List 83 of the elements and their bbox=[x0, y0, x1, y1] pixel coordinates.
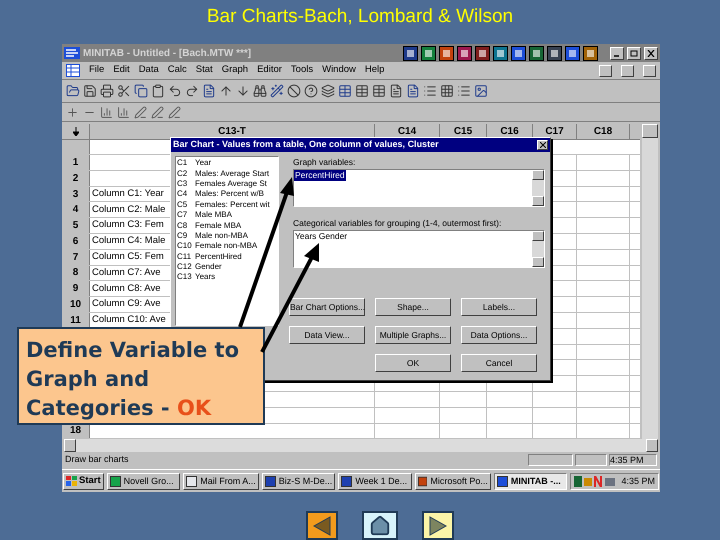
table-cell: Column C2: Male bbox=[92, 202, 166, 217]
variable-code: C10 bbox=[176, 242, 193, 250]
slide-title: Bar Charts-Bach, Lombard & Wilson bbox=[206, 5, 514, 29]
menu-item[interactable]: Help bbox=[364, 63, 384, 78]
callout-text: Define Variable to Graph and Categories - OK bbox=[26, 337, 240, 422]
field-label: Graph variables: bbox=[293, 156, 356, 169]
variable-name: Males: Percent w/B bbox=[195, 190, 264, 198]
variable-name: PercentHired bbox=[195, 252, 242, 261]
dialog-button[interactable]: Multiple Graphs... bbox=[375, 326, 451, 344]
table-cell: Column C10: Ave bbox=[92, 313, 166, 328]
row-number: 2 bbox=[62, 170, 90, 186]
variable-code: C9 bbox=[176, 232, 188, 240]
variable-name: Years bbox=[195, 273, 216, 282]
row-number: 9 bbox=[62, 281, 90, 296]
start-button[interactable]: Start bbox=[63, 472, 104, 490]
dialog-button[interactable]: Shape... bbox=[375, 298, 451, 316]
variable-code: C11 bbox=[176, 252, 192, 261]
menu-item[interactable]: Tools bbox=[290, 63, 314, 78]
status-message: Draw bar charts bbox=[65, 453, 130, 466]
table-cell-text: Column C1: Year bbox=[92, 186, 164, 201]
dialog-button[interactable]: Data View... bbox=[289, 326, 365, 344]
status-time: 4:35 PM bbox=[609, 454, 657, 466]
variable-code: C2 bbox=[176, 170, 188, 178]
menu-item[interactable]: File bbox=[89, 63, 104, 78]
dialog-button[interactable]: Data Options... bbox=[461, 326, 537, 344]
row-number: 6 bbox=[62, 234, 90, 249]
variable-name: Male non-MBA bbox=[195, 232, 248, 240]
menu-item[interactable]: Calc bbox=[168, 63, 187, 78]
selected-text: PercentHired bbox=[294, 170, 346, 181]
dialog-button[interactable]: OK bbox=[375, 354, 451, 372]
categorical-variables-field[interactable]: Years Gender bbox=[293, 230, 545, 268]
variable-code: C1 bbox=[176, 159, 188, 168]
variable-name: Year bbox=[195, 159, 212, 168]
taskbar-button[interactable]: MINITAB -... bbox=[494, 472, 568, 490]
variable-name: Female MBA bbox=[195, 222, 242, 230]
table-cell: Column C5: Fem bbox=[92, 250, 164, 264]
row-number: 4 bbox=[62, 202, 90, 218]
field-value: Years Gender bbox=[294, 231, 348, 242]
variable-code: C4 bbox=[176, 190, 188, 198]
menu-item[interactable]: Editor bbox=[257, 63, 282, 78]
taskbar-button[interactable]: Microsoft Po... bbox=[414, 472, 491, 490]
row-number: 1 bbox=[62, 155, 90, 170]
variable-name: Male MBA bbox=[195, 211, 232, 220]
graph-variables-field[interactable]: PercentHired bbox=[293, 169, 545, 207]
table-cell: Column C4: Male bbox=[92, 234, 166, 248]
taskbar-button[interactable]: Novell Gro... bbox=[106, 472, 180, 490]
variable-code: C13 bbox=[176, 273, 193, 282]
row-number: 5 bbox=[62, 218, 90, 233]
table-cell-text: Column C9: Ave bbox=[92, 297, 160, 312]
menu-item[interactable]: Edit bbox=[113, 63, 130, 78]
variable-name: Females Average St bbox=[195, 180, 267, 188]
window-title: MINITAB - Untitled - [Bach.MTW ***] bbox=[83, 46, 252, 60]
variable-code: C8 bbox=[176, 222, 188, 230]
menu-item[interactable]: Window bbox=[322, 63, 356, 78]
row-number: 11 bbox=[62, 312, 90, 328]
variable-code: C5 bbox=[176, 200, 188, 209]
taskbar-button[interactable]: Week 1 De... bbox=[338, 472, 412, 490]
variable-code: C7 bbox=[176, 211, 188, 220]
taskbar-button[interactable]: Biz-S M-De... bbox=[262, 472, 336, 490]
dialog-button[interactable]: Labels... bbox=[461, 298, 537, 316]
menu-item[interactable]: Stat bbox=[196, 63, 213, 78]
variable-name: Female non-MBA bbox=[195, 242, 258, 250]
menu-item[interactable]: Graph bbox=[222, 63, 248, 78]
variable-name: Gender bbox=[195, 263, 222, 272]
variable-name: Females: Percent wit bbox=[195, 200, 270, 209]
dialog-button[interactable]: Cancel bbox=[461, 354, 537, 372]
table-cell-text: Column C3: Fem bbox=[92, 218, 164, 232]
variable-code: C3 bbox=[176, 180, 188, 188]
menu-item[interactable]: Data bbox=[138, 63, 159, 78]
variable-name: Males: Average Start bbox=[195, 170, 270, 178]
row-number: 8 bbox=[62, 266, 90, 280]
table-cell-text: Column C7: Ave bbox=[92, 266, 160, 280]
row-number: 7 bbox=[62, 250, 90, 265]
taskbar-clock: 4:35 PM bbox=[621, 474, 656, 488]
field-label: Categorical variables for grouping (1-4, outermost first): bbox=[293, 217, 502, 230]
dialog-title: Bar Chart - Values from a table, One column of values, Cluster bbox=[173, 138, 440, 152]
column-header[interactable]: C18 bbox=[577, 124, 630, 139]
taskbar-button[interactable]: Mail From A... bbox=[183, 472, 259, 490]
variable-list[interactable]: C1 Year C2 Males: Average Start C3 Females Average St C4 Males: Percent w/B C5 Females: Percent wit C7 Male MBA C8 Female MBA C9 Male non-MBA C10 Female non-MBA C11 PercentHired C12 Gender C13 Years bbox=[175, 156, 279, 326]
variable-code: C12 bbox=[176, 263, 193, 272]
row-number: 10 bbox=[62, 297, 90, 312]
row-number: 3 bbox=[62, 186, 90, 202]
table-cell: Column C8: Ave bbox=[92, 282, 160, 296]
